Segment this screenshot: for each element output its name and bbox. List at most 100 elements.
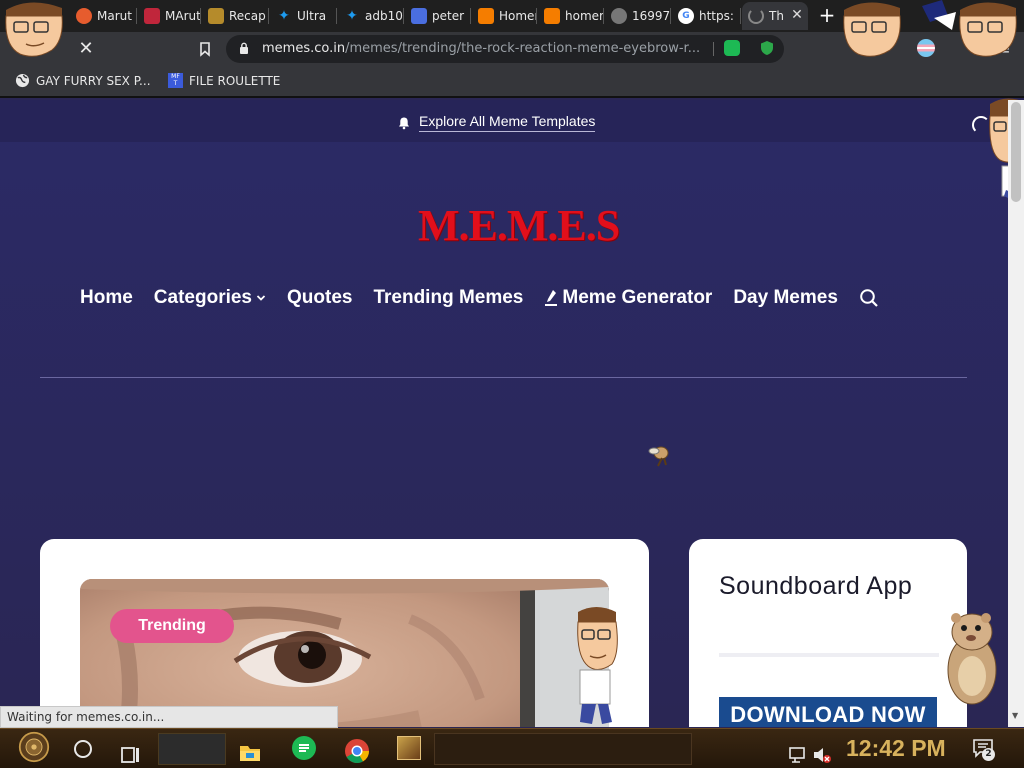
explore-templates-link[interactable]: Explore All Meme Templates — [397, 113, 596, 132]
bookmarks-bar: GAY FURRY SEX P... MF T FILE ROULETTE — [0, 66, 1024, 98]
taskbar-slot — [434, 733, 692, 765]
tab-separator — [603, 8, 604, 24]
nav-label: Day Memes — [733, 287, 838, 308]
logo-text: M.E.M.E.S — [418, 201, 620, 250]
mft-icon: MF T — [168, 73, 183, 88]
browser-tab[interactable]: Recap — [202, 2, 268, 30]
nav-label: Meme Generator — [562, 287, 713, 308]
explore-link-text: Explore All Meme Templates — [419, 113, 596, 132]
nav-label: Categories — [153, 287, 252, 308]
loading-icon — [748, 8, 764, 24]
nav-meme-generator[interactable]: Meme Generator — [544, 287, 712, 309]
browser-tab[interactable]: Homer — [472, 2, 536, 30]
scrollbar-thumb[interactable] — [1011, 102, 1021, 202]
twitter-icon: ✦ — [278, 8, 290, 24]
search-icon[interactable] — [859, 288, 879, 308]
article-card[interactable]: Trending — [40, 539, 649, 727]
globe-icon — [15, 73, 30, 88]
status-bubble: Waiting for memes.co.in... — [0, 706, 338, 728]
nav-label: Home — [80, 287, 133, 308]
main-navigation: Home Categories Quotes Trending Memes Me… — [80, 285, 879, 311]
pen-icon — [545, 290, 558, 306]
browser-tab[interactable]: peter — [405, 2, 470, 30]
nav-categories[interactable]: Categories — [154, 287, 266, 309]
tab-separator — [536, 8, 537, 24]
lock-icon — [240, 42, 248, 54]
close-tab-icon[interactable]: ✕ — [788, 5, 806, 25]
cortana-icon[interactable] — [74, 740, 92, 758]
chrome-icon[interactable] — [344, 735, 370, 767]
rock-eyebrow-image — [80, 579, 609, 727]
tab-title: 16997 — [632, 9, 670, 23]
nav-day-memes[interactable]: Day Memes — [733, 287, 838, 309]
chevron-down-icon — [256, 295, 266, 301]
taskbar-slot — [158, 733, 226, 765]
tab-separator — [136, 8, 137, 24]
address-bar[interactable]: memes.co.in/memes/trending/the-rock-reac… — [226, 35, 784, 63]
tab-title: Th — [769, 9, 784, 23]
bookmark-icon[interactable] — [196, 40, 214, 58]
bookmark-label: GAY FURRY SEX P... — [36, 73, 151, 88]
tab-separator — [200, 8, 201, 24]
cartoon-man-sticker — [5, 2, 63, 57]
chat-lines-icon — [299, 744, 309, 752]
start-button-icon[interactable] — [12, 731, 56, 763]
tab-title: Recap — [229, 9, 266, 23]
url-text: memes.co.in/memes/trending/the-rock-reac… — [262, 41, 701, 56]
omnibox-divider — [713, 42, 714, 56]
bell-icon — [399, 117, 409, 129]
shield-extension-icon[interactable] — [759, 40, 775, 56]
taskbar-clock[interactable]: 12:42 PM — [846, 735, 946, 762]
et-icon — [144, 8, 160, 24]
tab-separator — [403, 8, 404, 24]
browser-tab[interactable]: Marut — [70, 2, 136, 30]
bee-cursor-icon — [648, 446, 669, 467]
tab-separator — [740, 8, 741, 24]
network-icon[interactable] — [788, 739, 808, 768]
gopher-sticker — [947, 613, 997, 705]
nav-label: Quotes — [287, 287, 353, 308]
chrome-icon — [76, 8, 92, 24]
browser-tab[interactable]: ✦ adb10 — [338, 2, 403, 30]
meme-image[interactable] — [80, 579, 609, 727]
browser-tab[interactable]: 16997 — [605, 2, 670, 30]
nav-divider — [40, 377, 967, 378]
page-scrollbar[interactable] — [1008, 100, 1024, 727]
tab-title: peter — [432, 9, 465, 23]
volume-muted-icon[interactable] — [812, 739, 832, 768]
chat-extension-icon[interactable] — [724, 40, 740, 56]
tab-title: homer — [565, 9, 603, 23]
tab-title: adb10 — [365, 9, 403, 23]
file-explorer-icon[interactable] — [238, 737, 262, 768]
nav-trending-memes[interactable]: Trending Memes — [373, 287, 523, 309]
nav-home[interactable]: Home — [80, 287, 133, 309]
browser-tab[interactable]: ✦ Ultra — [270, 2, 336, 30]
p-icon — [208, 8, 224, 24]
game-app-icon[interactable] — [397, 736, 421, 760]
bookmark-item[interactable]: MF T FILE ROULETTE — [168, 73, 280, 88]
browser-tab[interactable]: homer — [538, 2, 603, 30]
sidebar-title: Soundboard App — [719, 572, 913, 600]
q-icon — [411, 8, 427, 24]
globe-icon — [611, 8, 627, 24]
download-now-button[interactable]: DOWNLOAD NOW — [719, 697, 937, 727]
browser-tab[interactable]: Ghttps: — [672, 2, 740, 30]
nav-label: Trending Memes — [373, 287, 524, 308]
google-icon: G — [678, 8, 694, 24]
tab-separator — [268, 8, 269, 24]
browser-tab[interactable]: MArut — [138, 2, 200, 30]
tab-title: https: — [699, 9, 734, 23]
nav-quotes[interactable]: Quotes — [287, 287, 352, 309]
scroll-down-arrow-icon[interactable]: ▼ — [1012, 712, 1020, 720]
chat-app-icon[interactable] — [292, 736, 316, 760]
tab-separator — [670, 8, 671, 24]
taskbar: 12:42 PM 2 — [0, 728, 1024, 768]
trending-badge[interactable]: Trending — [110, 609, 234, 643]
tab-separator — [470, 8, 471, 24]
tab-title: Marut — [97, 9, 132, 23]
new-tab-button[interactable]: + — [815, 3, 839, 27]
task-view-icon[interactable] — [120, 739, 142, 768]
bookmark-item[interactable]: GAY FURRY SEX P... — [15, 73, 151, 88]
action-center-button[interactable]: 2 — [972, 737, 995, 761]
site-logo[interactable]: M.E.M.E.S — [418, 200, 620, 252]
